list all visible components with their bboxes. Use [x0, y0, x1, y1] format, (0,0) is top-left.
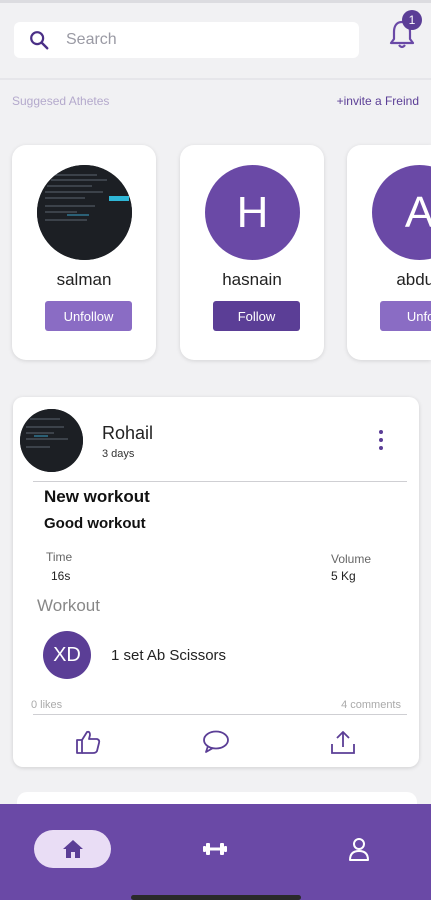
invite-friend-link[interactable]: +invite a Freind — [337, 94, 419, 108]
comment-icon[interactable] — [202, 729, 230, 755]
likes-count[interactable]: 0 likes — [31, 699, 62, 711]
athlete-name: abdull — [396, 270, 431, 289]
follow-button[interactable]: Follow — [213, 301, 300, 331]
code-screenshot-icon — [20, 409, 83, 472]
avatar: A — [372, 165, 431, 260]
more-options-icon[interactable] — [377, 430, 385, 450]
status-strip — [0, 0, 431, 3]
home-indicator — [131, 895, 301, 900]
bottom-navigation — [0, 804, 431, 900]
volume-label: Volume — [331, 552, 372, 566]
workout-description: Good workout — [44, 515, 146, 532]
code-screenshot-icon — [37, 165, 132, 260]
exercise-name: 1 set Ab Scissors — [111, 647, 227, 664]
divider — [33, 481, 407, 482]
athlete-card[interactable]: H hasnain Follow — [180, 145, 324, 360]
athlete-name: salman — [56, 270, 112, 289]
post-card: Rohail 3 days New workout Good workout T… — [13, 397, 419, 767]
post-username[interactable]: Rohail — [102, 423, 153, 444]
comments-count[interactable]: 4 comments — [341, 699, 401, 711]
nav-home-button[interactable] — [34, 830, 111, 868]
nav-profile-button[interactable] — [346, 836, 372, 862]
like-icon[interactable] — [74, 729, 102, 755]
share-icon[interactable] — [329, 729, 357, 755]
header-divider — [0, 78, 431, 80]
home-icon — [62, 840, 83, 858]
workout-section-label: Workout — [37, 596, 100, 615]
athlete-card[interactable]: A abdull Unfoll — [347, 145, 431, 360]
athlete-card[interactable]: salman Unfollow — [12, 145, 156, 360]
unfollow-button[interactable]: Unfollow — [45, 301, 132, 331]
divider — [33, 714, 407, 715]
notifications-button[interactable]: 1 — [388, 10, 422, 50]
notification-badge: 1 — [402, 10, 422, 30]
nav-workouts-button[interactable] — [202, 836, 228, 862]
avatar: H — [205, 165, 300, 260]
avatar — [37, 165, 132, 260]
avatar[interactable] — [20, 409, 83, 472]
suggested-athletes-title: Suggesed Athetes — [12, 94, 110, 108]
dumbbell-icon — [203, 843, 227, 855]
search-input[interactable] — [66, 31, 316, 49]
search-bar[interactable] — [14, 22, 359, 58]
time-value: 16s — [51, 569, 71, 583]
profile-icon — [349, 838, 369, 861]
time-label: Time — [46, 550, 73, 564]
exercise-avatar: XD — [43, 631, 91, 679]
unfollow-button[interactable]: Unfoll — [380, 301, 431, 331]
workout-title: New workout — [44, 487, 150, 506]
athlete-name: hasnain — [222, 270, 282, 289]
volume-value: 5 Kg — [331, 569, 356, 583]
search-icon — [30, 31, 49, 50]
post-timestamp: 3 days — [102, 448, 135, 460]
